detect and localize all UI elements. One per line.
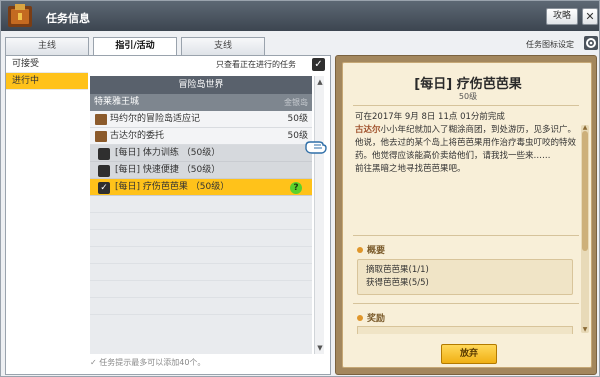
divider — [353, 235, 579, 236]
quest-text-3: 前往黑暗之地寻找芭芭果吧。 — [355, 164, 466, 174]
subquest-name: [每日] 快速便捷 （50级） — [115, 165, 221, 175]
bullet-icon — [357, 315, 363, 321]
scroll-down-icon[interactable]: ▼ — [316, 344, 324, 352]
region-row[interactable]: 特莱雅王城 金银岛 — [90, 94, 312, 111]
status-sidebar: 可接受 进行中 — [6, 56, 88, 374]
bullet-icon — [357, 247, 363, 253]
quest-book-icon — [8, 4, 32, 27]
list-header: 冒险岛世界 — [90, 76, 312, 94]
title-bar[interactable]: 任务信息 攻略 ✕ — [1, 1, 599, 31]
sidebar-item-in-progress[interactable]: 进行中 — [6, 73, 88, 90]
region-level-hint: 金银岛 — [284, 98, 308, 107]
divider — [353, 303, 579, 304]
tab-side[interactable]: 支线 — [181, 37, 265, 55]
tab-main[interactable]: 主线 — [5, 37, 89, 55]
quest-info-window: 任务信息 攻略 ✕ 主线 指引/活动 支线 任务图标设定 可接受 进行中 只查看… — [0, 0, 600, 377]
book-icon — [95, 114, 107, 125]
quest-row[interactable]: 古达尔的委托 50级 — [90, 128, 312, 145]
quest-list: 冒险岛世界 特莱雅王城 金银岛 玛约尔的冒险岛适应记 50级 古达尔的委托 50… — [90, 76, 312, 354]
scroll-down-icon[interactable]: ▼ — [581, 327, 589, 333]
quest-level: 50级 — [287, 114, 308, 124]
empty-row — [90, 264, 312, 281]
quest-row[interactable]: 玛约尔的冒险岛适应记 50级 — [90, 111, 312, 128]
quest-detail-level: 50级 — [458, 92, 478, 101]
question-mark-icon: ? — [290, 182, 302, 194]
subquest-row[interactable]: [每日] 快速便捷 （50级） — [90, 162, 312, 179]
quest-name: 古达尔的委托 — [110, 131, 165, 141]
reward-section-label: 奖励 — [357, 311, 385, 324]
only-in-progress-checkbox[interactable]: ✓ — [312, 58, 325, 71]
subquest-checkbox-checked[interactable]: ✓ — [98, 182, 110, 194]
subquest-name: [每日] 疗伤芭芭果 （50级） — [115, 182, 230, 192]
scroll-thumb[interactable] — [582, 131, 588, 251]
empty-row — [90, 196, 312, 213]
quest-text-1-body: 小小年纪就加入了糊涂商团，到处游历，见多识广。 — [380, 125, 577, 135]
quest-detail-title: [每日] 疗伤芭芭果 — [414, 77, 522, 92]
sidebar-item-available[interactable]: 可接受 — [6, 56, 88, 73]
quest-description: 可在2017年 9月 8日 11点 01分前完成 古达尔小小年纪就加入了糊涂商团… — [355, 111, 581, 176]
subquest-row-selected[interactable]: ✓ [每日] 疗伤芭芭果 （50级） ? — [90, 179, 312, 196]
guide-button[interactable]: 攻略 — [546, 8, 578, 25]
empty-row — [90, 230, 312, 247]
gear-icon[interactable] — [584, 36, 598, 50]
check-icon: ✓ — [90, 358, 100, 367]
detail-scrollbar[interactable]: ▲ ▼ — [581, 125, 589, 333]
reward-label: 奖励 — [367, 314, 386, 324]
region-name: 特莱雅王城 — [94, 97, 140, 107]
only-in-progress-label: 只查看正在进行的任务 — [216, 60, 296, 69]
npc-name: 古达尔 — [355, 125, 381, 135]
empty-row — [90, 298, 312, 315]
summary-section-label: 概要 — [357, 243, 385, 256]
summary-item: 摘取芭芭果(1/1) — [366, 265, 429, 275]
reward-box — [357, 326, 573, 334]
scroll-up-icon[interactable]: ▲ — [316, 78, 324, 86]
empty-row — [90, 247, 312, 264]
quest-text-2: 他说，他去过的某个岛上将芭芭果用作治疗毒虫叮咬的特效药。他觉得应该能高价卖给他们… — [355, 138, 577, 161]
tab-guide-event[interactable]: 指引/活动 — [93, 37, 177, 56]
quest-list-scrollbar[interactable]: ▲ ▼ — [314, 76, 324, 354]
subquest-row[interactable]: [每日] 体力训练 （50级） — [90, 145, 312, 162]
close-button[interactable]: ✕ — [582, 8, 598, 25]
window-title: 任务信息 — [46, 12, 90, 25]
quest-text-1: 古达尔小小年纪就加入了糊涂商团，到处游历，见多识广。 — [355, 124, 581, 137]
hand-cursor-icon — [305, 141, 327, 154]
subquest-checkbox[interactable] — [98, 148, 110, 160]
footer-note: ✓ 任务提示最多可以添加40个。 — [90, 357, 205, 368]
abandon-button[interactable]: 放弃 — [441, 344, 497, 364]
empty-row — [90, 213, 312, 230]
empty-row — [90, 281, 312, 298]
summary-label: 概要 — [367, 246, 386, 256]
complete-time: 可在2017年 9月 8日 11点 01分前完成 — [355, 112, 505, 122]
quest-icon-settings-label[interactable]: 任务图标设定 — [526, 39, 574, 50]
quest-detail-parchment: [每日] 疗伤芭芭果 50级 可在2017年 9月 8日 11点 01分前完成 … — [342, 62, 592, 368]
summary-box: 摘取芭芭果(1/1) 获得芭芭果(5/5) — [357, 259, 573, 295]
divider — [353, 105, 579, 106]
summary-item: 获得芭芭果(5/5) — [366, 278, 429, 288]
quest-list-panel: 可接受 进行中 只查看正在进行的任务 ✓ 冒险岛世界 特莱雅王城 金银岛 玛约尔… — [5, 55, 331, 375]
quest-detail-panel: [每日] 疗伤芭芭果 50级 可在2017年 9月 8日 11点 01分前完成 … — [335, 55, 597, 375]
footer-note-text: 任务提示最多可以添加40个。 — [99, 358, 206, 367]
subquest-checkbox[interactable] — [98, 165, 110, 177]
book-icon — [95, 131, 107, 142]
subquest-name: [每日] 体力训练 （50级） — [115, 148, 221, 158]
quest-name: 玛约尔的冒险岛适应记 — [110, 114, 201, 124]
